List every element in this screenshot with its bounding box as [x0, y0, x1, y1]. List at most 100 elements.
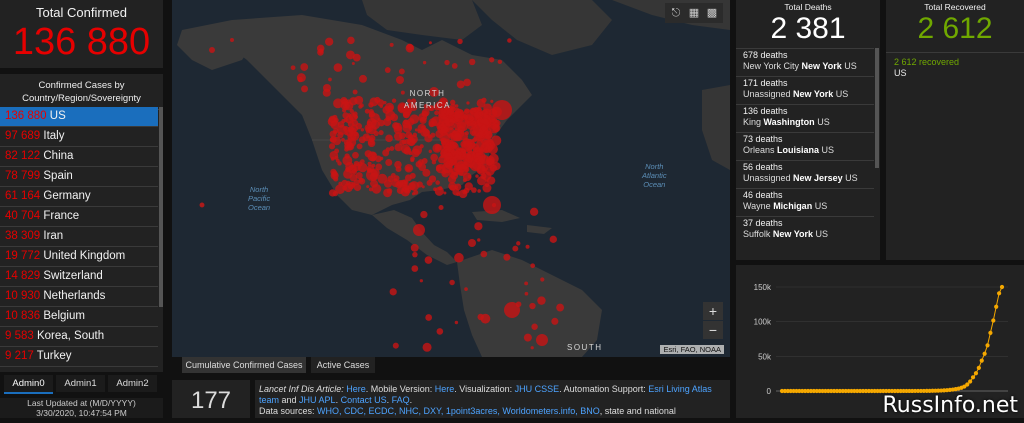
case-marker[interactable] — [230, 38, 234, 42]
case-marker[interactable] — [364, 108, 370, 114]
faq-link[interactable]: FAQ — [392, 395, 410, 405]
jhu-apl-link[interactable]: JHU APL — [299, 395, 336, 405]
case-marker[interactable] — [347, 36, 355, 45]
case-marker[interactable] — [368, 137, 374, 143]
case-marker[interactable] — [515, 301, 522, 308]
case-marker[interactable] — [385, 134, 393, 143]
case-marker[interactable] — [441, 140, 447, 146]
case-marker[interactable] — [457, 125, 465, 134]
case-marker[interactable] — [345, 50, 355, 60]
case-marker[interactable] — [438, 186, 443, 191]
case-marker[interactable] — [389, 42, 394, 47]
case-marker[interactable] — [477, 313, 484, 321]
case-marker[interactable] — [404, 174, 412, 182]
death-row[interactable]: 73 deaths Orleans Louisiana US — [736, 132, 874, 160]
case-marker[interactable] — [420, 210, 428, 219]
case-marker[interactable] — [337, 125, 347, 135]
case-marker[interactable] — [389, 146, 395, 151]
country-row[interactable]: 9 217 Turkey — [0, 347, 158, 367]
tab-cumulative-confirmed[interactable]: Cumulative Confirmed Cases — [182, 357, 306, 373]
case-marker[interactable] — [405, 43, 415, 53]
tab-admin2[interactable]: Admin2 — [108, 375, 157, 392]
case-marker[interactable] — [392, 342, 399, 349]
case-marker[interactable] — [328, 77, 332, 82]
case-marker[interactable] — [360, 128, 365, 132]
case-marker[interactable] — [414, 128, 419, 132]
case-marker[interactable] — [492, 100, 512, 120]
country-list-scrollbar[interactable] — [159, 107, 163, 307]
case-marker[interactable] — [467, 174, 472, 179]
case-marker[interactable] — [488, 153, 499, 164]
case-marker[interactable] — [430, 132, 436, 138]
case-marker[interactable] — [525, 244, 530, 249]
case-marker[interactable] — [300, 63, 309, 71]
case-marker[interactable] — [410, 156, 415, 162]
case-marker[interactable] — [491, 203, 497, 208]
case-marker[interactable] — [371, 184, 382, 194]
case-marker[interactable] — [438, 116, 450, 127]
case-marker[interactable] — [507, 38, 512, 43]
case-marker[interactable] — [412, 132, 418, 138]
case-marker[interactable] — [530, 346, 534, 350]
death-row[interactable]: 37 deaths Suffolk New York US — [736, 216, 874, 244]
case-marker[interactable] — [353, 160, 360, 167]
case-marker[interactable] — [393, 132, 403, 141]
case-marker[interactable] — [371, 163, 376, 168]
case-marker[interactable] — [455, 104, 459, 108]
case-marker[interactable] — [386, 188, 393, 194]
zoom-in-button[interactable]: + — [703, 302, 723, 320]
case-marker[interactable] — [438, 204, 444, 211]
case-marker[interactable] — [359, 159, 365, 165]
case-marker[interactable] — [524, 281, 529, 286]
case-marker[interactable] — [396, 186, 404, 194]
country-row[interactable]: 40 704 France — [0, 207, 158, 227]
case-marker[interactable] — [343, 169, 353, 179]
case-marker[interactable] — [524, 291, 529, 296]
case-marker[interactable] — [443, 191, 447, 195]
case-marker[interactable] — [536, 334, 548, 346]
case-marker[interactable] — [489, 57, 495, 63]
deaths-list-scrollbar[interactable] — [875, 48, 879, 168]
case-marker[interactable] — [449, 279, 455, 286]
case-marker[interactable] — [416, 181, 423, 188]
case-marker[interactable] — [460, 148, 466, 154]
bookmark-icon[interactable]: ⎋ — [668, 5, 684, 21]
case-marker[interactable] — [422, 60, 427, 65]
case-marker[interactable] — [341, 119, 346, 124]
case-marker[interactable] — [345, 129, 354, 138]
case-marker[interactable] — [209, 47, 215, 53]
case-marker[interactable] — [333, 176, 339, 182]
case-marker[interactable] — [454, 320, 459, 325]
case-marker[interactable] — [387, 175, 394, 183]
case-marker[interactable] — [358, 177, 366, 185]
case-marker[interactable] — [457, 38, 463, 45]
case-marker[interactable] — [370, 152, 377, 158]
case-marker[interactable] — [335, 158, 340, 163]
case-marker[interactable] — [451, 63, 458, 69]
case-marker[interactable] — [403, 147, 412, 155]
case-marker[interactable] — [421, 125, 426, 130]
case-marker[interactable] — [463, 78, 471, 87]
case-marker[interactable] — [476, 98, 486, 108]
case-marker[interactable] — [512, 245, 519, 252]
case-marker[interactable] — [529, 207, 539, 216]
case-marker[interactable] — [352, 89, 358, 95]
case-marker[interactable] — [466, 120, 473, 127]
case-marker[interactable] — [338, 181, 343, 186]
case-marker[interactable] — [323, 84, 331, 92]
case-marker[interactable] — [356, 143, 363, 150]
case-marker[interactable] — [464, 182, 473, 191]
death-row[interactable]: 56 deaths Unassigned New Jersey US — [736, 160, 874, 188]
country-row[interactable]: 19 772 United Kingdom — [0, 247, 158, 267]
case-marker[interactable] — [551, 317, 559, 325]
case-marker[interactable] — [329, 151, 339, 160]
case-marker[interactable] — [411, 265, 419, 272]
tab-active-cases[interactable]: Active Cases — [311, 357, 375, 373]
death-row[interactable]: 46 deaths Wayne Michigan US — [736, 188, 874, 216]
case-marker[interactable] — [385, 159, 393, 167]
case-marker[interactable] — [297, 76, 303, 83]
case-marker[interactable] — [353, 179, 360, 186]
case-marker[interactable] — [471, 143, 480, 151]
case-marker[interactable] — [492, 124, 501, 133]
case-marker[interactable] — [413, 189, 419, 195]
